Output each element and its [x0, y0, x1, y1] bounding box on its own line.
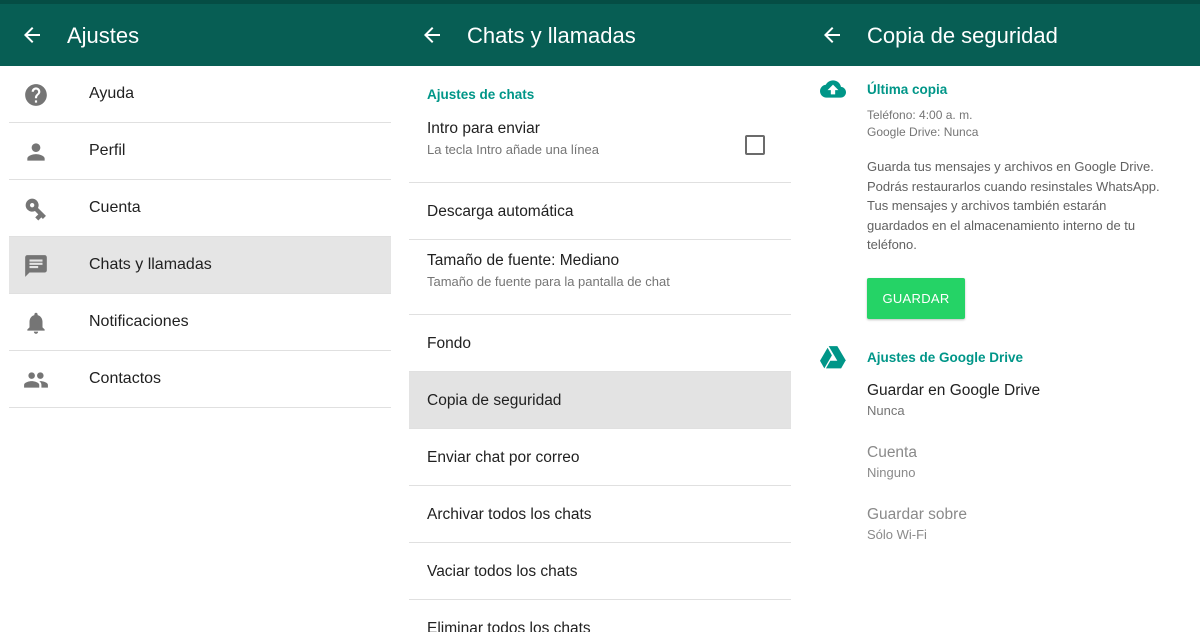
menu-item-ayuda[interactable]: Ayuda — [9, 66, 391, 123]
setting-enviar-chat-correo[interactable]: Enviar chat por correo — [409, 429, 791, 486]
back-arrow-icon[interactable] — [20, 23, 44, 47]
help-icon — [25, 84, 47, 106]
pref-value: Sólo Wi-Fi — [867, 527, 927, 542]
setting-vaciar-chats[interactable]: Vaciar todos los chats — [409, 543, 791, 600]
setting-tamano-fuente[interactable]: Tamaño de fuente: Mediano Tamaño de fuen… — [409, 240, 791, 315]
save-backup-button[interactable]: GUARDAR — [867, 278, 965, 319]
backup-panel: Copia de seguridad Última copia Teléfono… — [800, 0, 1200, 632]
drive-settings-header: Ajustes de Google Drive — [867, 350, 1024, 365]
pref-value: Ninguno — [867, 465, 916, 480]
menu-item-label: Notificaciones — [89, 313, 189, 330]
backup-description: Guarda tus mensajes y archivos en Google… — [867, 159, 1160, 253]
menu-item-label: Chats y llamadas — [89, 256, 212, 273]
menu-item-chats-llamadas[interactable]: Chats y llamadas — [9, 237, 391, 294]
settings-panel: Ajustes Ayuda Perfil Cuenta Chats y llam… — [0, 0, 400, 632]
pref-title: Guardar sobre — [867, 506, 967, 523]
setting-subtitle: Tamaño de fuente para la pantalla de cha… — [427, 274, 670, 289]
setting-title: Archivar todos los chats — [427, 506, 592, 523]
google-drive-icon — [820, 346, 846, 369]
setting-intro-para-enviar[interactable]: Intro para enviar La tecla Intro añade u… — [409, 108, 791, 183]
pref-value: Nunca — [867, 403, 905, 418]
pref-title: Cuenta — [867, 444, 917, 461]
pref-cuenta[interactable]: Cuenta Ninguno — [867, 443, 917, 482]
pref-title: Guardar en Google Drive — [867, 382, 1041, 399]
chat-icon — [25, 255, 47, 277]
setting-copia-seguridad[interactable]: Copia de seguridad — [409, 372, 791, 429]
pref-guardar-drive[interactable]: Guardar en Google Drive Nunca — [867, 381, 1040, 420]
menu-item-contactos[interactable]: Contactos — [9, 351, 391, 408]
last-backup-phone: Teléfono: 4:00 a. m. — [867, 108, 973, 122]
menu-item-notificaciones[interactable]: Notificaciones — [9, 294, 391, 351]
chats-calls-panel: Chats y llamadas Ajustes de chats Intro … — [400, 0, 800, 632]
menu-item-perfil[interactable]: Perfil — [9, 123, 391, 180]
setting-title: Descarga automática — [427, 203, 574, 220]
settings-menu: Ayuda Perfil Cuenta Chats y llamadas Not… — [9, 66, 391, 408]
menu-item-label: Cuenta — [89, 199, 141, 216]
page-title: Copia de seguridad — [867, 23, 1058, 48]
back-arrow-icon[interactable] — [820, 23, 844, 47]
app-bar: Ajustes — [0, 4, 400, 66]
setting-title: Eliminar todos los chats — [427, 620, 591, 632]
page-title: Chats y llamadas — [467, 23, 636, 48]
cloud-upload-icon — [820, 80, 846, 98]
app-bar: Chats y llamadas — [400, 4, 800, 66]
menu-item-label: Contactos — [89, 370, 162, 387]
contacts-icon — [24, 372, 48, 388]
back-arrow-icon[interactable] — [420, 23, 444, 47]
menu-item-cuenta[interactable]: Cuenta — [9, 180, 391, 237]
section-header: Ajustes de chats — [427, 87, 535, 102]
setting-title: Copia de seguridad — [427, 392, 562, 409]
setting-title: Tamaño de fuente: Mediano — [427, 252, 620, 269]
setting-archivar-chats[interactable]: Archivar todos los chats — [409, 486, 791, 543]
setting-title: Vaciar todos los chats — [427, 563, 578, 580]
setting-fondo[interactable]: Fondo — [409, 315, 791, 372]
last-backup-header: Última copia — [867, 82, 948, 97]
setting-descarga-automatica[interactable]: Descarga automática — [409, 183, 791, 240]
enter-to-send-checkbox[interactable] — [745, 135, 765, 155]
bell-icon — [27, 312, 45, 334]
menu-item-label: Ayuda — [89, 85, 135, 102]
last-backup-drive: Google Drive: Nunca — [867, 125, 979, 139]
key-icon — [25, 198, 46, 221]
setting-subtitle: La tecla Intro añade una línea — [427, 142, 600, 157]
setting-title: Intro para enviar — [427, 120, 540, 137]
app-bar: Copia de seguridad — [800, 4, 1200, 66]
setting-title: Enviar chat por correo — [427, 449, 580, 466]
pref-guardar-sobre[interactable]: Guardar sobre Sólo Wi-Fi — [867, 505, 967, 544]
setting-title: Fondo — [427, 335, 471, 352]
page-title: Ajustes — [67, 23, 140, 48]
person-icon — [27, 143, 45, 161]
menu-item-label: Perfil — [89, 142, 126, 159]
setting-eliminar-chats[interactable]: Eliminar todos los chats — [409, 600, 791, 632]
chat-settings-list: Intro para enviar La tecla Intro añade u… — [409, 108, 791, 632]
